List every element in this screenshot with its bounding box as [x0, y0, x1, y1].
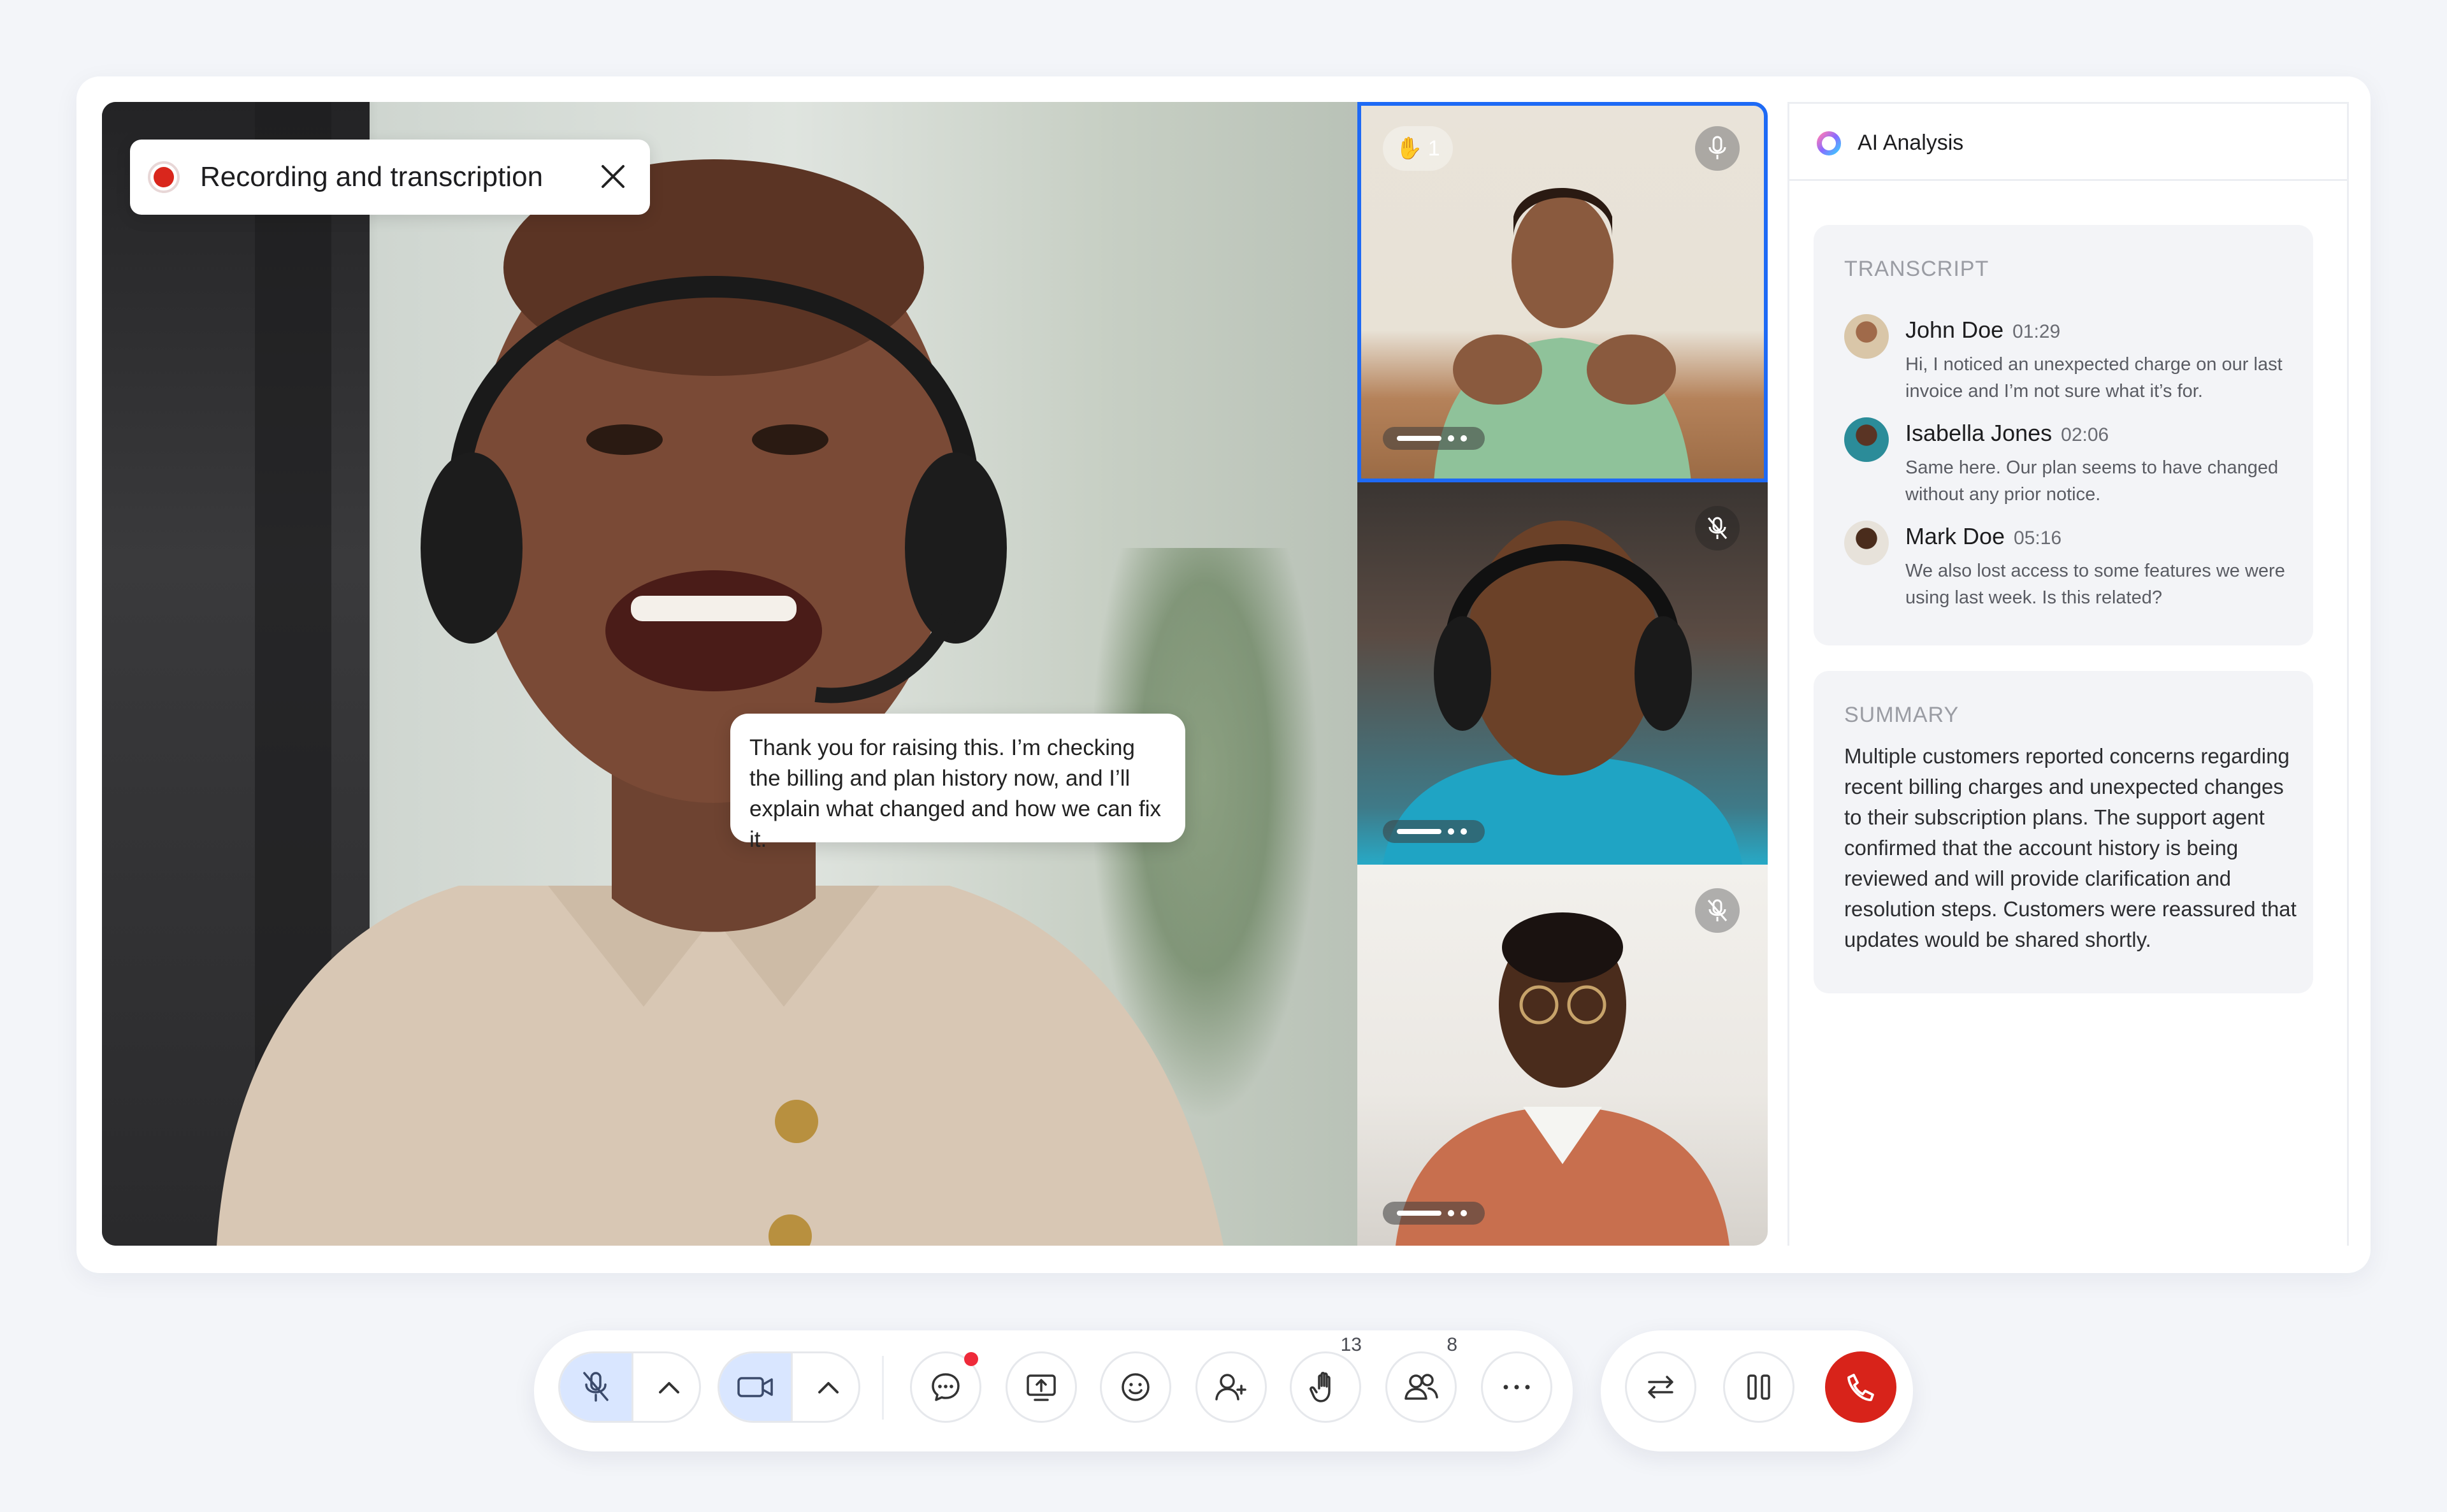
microphone-options-button[interactable]	[632, 1353, 699, 1421]
transcript-label: TRANSCRIPT	[1844, 257, 1989, 281]
caption-text: Thank you for raising this. I’m checking…	[749, 735, 1161, 852]
main-video-feed[interactable]	[102, 102, 1357, 1246]
transcript-section: TRANSCRIPT John Doe 01:29 Hi, I noticed a…	[1814, 225, 2313, 645]
summary-text: Multiple customers reported concerns reg…	[1844, 744, 2297, 951]
swap-arrows-icon	[1648, 1376, 1673, 1399]
chat-icon	[932, 1373, 960, 1401]
participant-name-tag-2	[1383, 820, 1485, 843]
speaker-time: 01:29	[2012, 321, 2061, 342]
recording-indicator: Recording and transcription	[130, 140, 650, 215]
raised-hand-badge: ✋ 1	[1383, 126, 1453, 171]
switch-button[interactable]	[1625, 1351, 1696, 1423]
muted-mic-icon	[1695, 506, 1740, 551]
more-icon	[1503, 1385, 1530, 1390]
speaker-name: Isabella Jones	[1905, 420, 2053, 446]
share-screen-icon	[1027, 1374, 1056, 1401]
pause-icon	[1747, 1374, 1770, 1400]
ai-panel-title: AI Analysis	[1858, 131, 1964, 155]
video-camera-icon	[737, 1377, 773, 1397]
toolbar-divider	[882, 1356, 884, 1420]
share-screen-button[interactable]	[1006, 1351, 1077, 1423]
microphone-control	[558, 1351, 701, 1423]
ai-logo-icon	[1817, 131, 1841, 155]
end-call-button[interactable]	[1825, 1351, 1896, 1423]
summary-section: SUMMARY Multiple customers reported conc…	[1814, 671, 2313, 993]
avatar	[1844, 417, 1889, 462]
hand-icon	[1310, 1372, 1331, 1402]
mute-button[interactable]	[560, 1353, 632, 1421]
unread-badge	[964, 1352, 978, 1366]
participant-name-tag-1	[1383, 427, 1485, 450]
speaker-name: Mark Doe	[1905, 523, 2005, 549]
reactions-button[interactable]	[1100, 1351, 1171, 1423]
recording-icon	[148, 161, 180, 193]
participants-button[interactable]: 8	[1385, 1334, 1457, 1423]
avatar	[1844, 314, 1889, 359]
speaker-time: 02:06	[2061, 424, 2109, 445]
recording-label: Recording and transcription	[200, 161, 544, 192]
camera-button[interactable]	[719, 1353, 791, 1421]
add-participant-button[interactable]	[1195, 1351, 1267, 1423]
camera-options-button[interactable]	[791, 1353, 858, 1421]
close-icon[interactable]	[596, 160, 630, 193]
raised-hand-count: 1	[1427, 136, 1440, 161]
participant-name-tag-3	[1383, 1202, 1485, 1225]
emoji-icon	[1122, 1373, 1150, 1401]
raise-hand-button[interactable]: 13	[1290, 1334, 1362, 1423]
chat-button[interactable]	[910, 1351, 981, 1423]
speaker-name: John Doe	[1905, 317, 2004, 343]
more-options-button[interactable]	[1481, 1351, 1552, 1423]
summary-label: SUMMARY	[1844, 703, 1960, 727]
chevron-up-icon	[818, 1382, 839, 1393]
chevron-up-icon	[659, 1382, 679, 1393]
avatar	[1844, 521, 1889, 565]
muted-mic-icon	[583, 1372, 609, 1402]
transcript-text: We also lost access to some features we …	[1905, 561, 2285, 608]
add-user-icon	[1215, 1374, 1246, 1400]
mic-icon	[1695, 126, 1740, 171]
participants-count: 8	[1447, 1334, 1457, 1355]
ai-panel-header: AI Analysis	[1789, 102, 2347, 181]
ai-analysis-panel: AI Analysis TRANSCRIPT John Doe 01:29 Hi,…	[1787, 102, 2349, 1246]
phone-icon	[1847, 1374, 1874, 1401]
speaker-time: 05:16	[2014, 528, 2062, 549]
hand-icon: ✋	[1396, 136, 1423, 161]
transcript-text: Hi, I noticed an unexpected charge on ou…	[1905, 354, 2283, 401]
muted-mic-icon	[1695, 888, 1740, 933]
people-icon	[1404, 1374, 1438, 1400]
call-actions-toolbar	[1601, 1330, 1913, 1451]
hold-button[interactable]	[1723, 1351, 1794, 1423]
live-caption: Thank you for raising this. I’m checking…	[730, 714, 1185, 852]
transcript-text: Same here. Our plan seems to have change…	[1905, 457, 2279, 505]
call-controls-toolbar: 13 8	[534, 1330, 1573, 1451]
raised-hands-count: 13	[1340, 1334, 1362, 1355]
speaker-figure	[217, 159, 1224, 1246]
camera-control	[718, 1351, 860, 1423]
